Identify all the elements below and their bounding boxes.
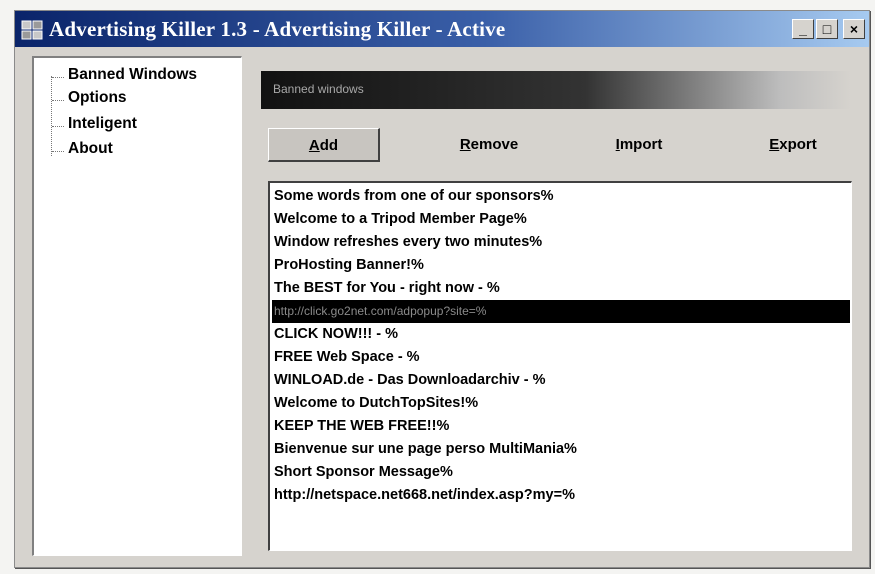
list-item[interactable]: http://netspace.net668.net/index.asp?my=… bbox=[272, 484, 850, 507]
list-item[interactable]: Short Sponsor Message% bbox=[272, 461, 850, 484]
close-button[interactable]: × bbox=[843, 19, 865, 39]
export-button[interactable]: Export bbox=[737, 128, 849, 162]
panel-header: Banned windows bbox=[261, 71, 851, 109]
list-item[interactable]: Some words from one of our sponsors% bbox=[272, 185, 850, 208]
app-icon bbox=[21, 20, 43, 40]
tree-item-about[interactable]: About bbox=[52, 140, 113, 162]
banned-windows-list[interactable]: Some words from one of our sponsors% Wel… bbox=[268, 181, 852, 551]
list-item[interactable]: Window refreshes every two minutes% bbox=[272, 231, 850, 254]
export-button-mnemonic: E bbox=[769, 136, 780, 153]
minimize-button[interactable]: _ bbox=[792, 19, 814, 39]
tree-item-options[interactable]: Options bbox=[52, 89, 127, 111]
title-bar[interactable]: Advertising Killer 1.3 - Advertising Kil… bbox=[15, 11, 869, 47]
window-title: Advertising Killer 1.3 - Advertising Kil… bbox=[49, 17, 506, 41]
list-item-selected[interactable]: http://click.go2net.com/adpopup?site=% bbox=[272, 300, 850, 323]
export-button-label: xport bbox=[779, 136, 817, 153]
panel-header-title: Banned windows bbox=[273, 82, 364, 96]
tree-item-inteligent[interactable]: Inteligent bbox=[52, 115, 137, 137]
tree-item-banned-windows[interactable]: Banned Windows bbox=[52, 66, 197, 88]
app-window: Advertising Killer 1.3 - Advertising Kil… bbox=[14, 10, 870, 568]
window-controls: _ □ × bbox=[792, 19, 865, 39]
list-item[interactable]: Welcome to a Tripod Member Page% bbox=[272, 208, 850, 231]
list-item[interactable]: Welcome to DutchTopSites!% bbox=[272, 392, 850, 415]
list-item[interactable]: KEEP THE WEB FREE!!% bbox=[272, 415, 850, 438]
add-button[interactable]: Add bbox=[268, 128, 380, 162]
add-button-mnemonic: A bbox=[308, 137, 320, 154]
add-button-label: dd bbox=[319, 137, 339, 154]
maximize-button[interactable]: □ bbox=[816, 19, 838, 39]
import-button-label: mport bbox=[619, 136, 663, 153]
remove-button-label: emove bbox=[470, 136, 519, 153]
list-item[interactable]: WINLOAD.de - Das Downloadarchiv - % bbox=[272, 369, 850, 392]
navigation-tree: Banned Windows Options Inteligent About bbox=[32, 56, 242, 556]
list-item[interactable]: Bienvenue sur une page perso MultiMania% bbox=[272, 438, 850, 461]
list-item[interactable]: ProHosting Banner!% bbox=[272, 254, 850, 277]
list-item[interactable]: FREE Web Space - % bbox=[272, 346, 850, 369]
remove-button[interactable]: Remove bbox=[433, 128, 545, 162]
list-item[interactable]: The BEST for You - right now - % bbox=[272, 277, 850, 300]
remove-button-mnemonic: R bbox=[459, 136, 471, 153]
import-button[interactable]: Import bbox=[583, 128, 695, 162]
list-item[interactable]: CLICK NOW!!! - % bbox=[272, 323, 850, 346]
